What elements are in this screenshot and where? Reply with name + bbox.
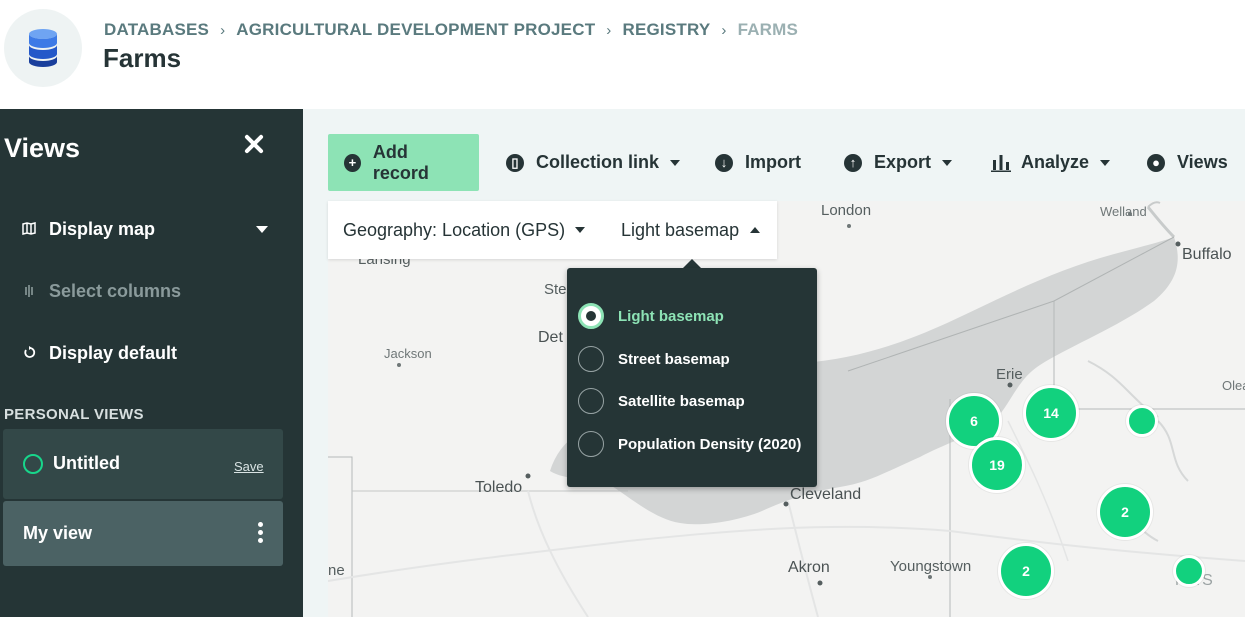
map-cluster-marker[interactable]: 19 bbox=[969, 437, 1025, 493]
reset-icon bbox=[20, 345, 38, 362]
breadcrumb: DATABASES › AGRICULTURAL DEVELOPMENT PRO… bbox=[104, 20, 798, 40]
map-cluster-marker[interactable]: 2 bbox=[1097, 484, 1153, 540]
page-title: Farms bbox=[103, 43, 182, 73]
collection-link-button[interactable]: ▯ Collection link bbox=[506, 134, 681, 191]
eye-icon: ● bbox=[1147, 153, 1165, 172]
radio-selected-icon bbox=[578, 303, 604, 329]
import-icon: ↓ bbox=[715, 153, 733, 172]
basemap-option-street[interactable]: Street basemap bbox=[578, 344, 730, 374]
export-label: Export bbox=[874, 152, 932, 172]
map-label-jackson: Jackson bbox=[384, 346, 432, 361]
select-columns-label: Select columns bbox=[49, 281, 182, 301]
map-label-erie: Erie bbox=[996, 366, 1023, 383]
map-label-london: London bbox=[821, 202, 872, 219]
map-controls: Geography: Location (GPS) Light basemap bbox=[328, 201, 777, 259]
plus-icon: + bbox=[344, 153, 361, 172]
map-label-detroit: Det bbox=[538, 329, 563, 346]
export-icon: ↑ bbox=[844, 153, 862, 172]
breadcrumb-databases[interactable]: DATABASES bbox=[104, 20, 209, 40]
personal-views-heading: PERSONAL VIEWS bbox=[4, 406, 144, 423]
map-label-cleveland: Cleveland bbox=[790, 486, 862, 503]
page-header: DATABASES › AGRICULTURAL DEVELOPMENT PRO… bbox=[0, 0, 1245, 109]
select-columns-button[interactable]: Select columns bbox=[20, 281, 181, 302]
map-point-marker[interactable] bbox=[1173, 555, 1205, 587]
basemap-option-population-density[interactable]: Population Density (2020) bbox=[578, 429, 801, 459]
bar-chart-icon bbox=[991, 154, 1011, 172]
view-item-untitled[interactable]: Untitled Save bbox=[3, 429, 283, 499]
toolbar: + Add record ▯ Collection link ↓ Import … bbox=[303, 134, 1245, 191]
radio-icon bbox=[578, 431, 604, 457]
export-button[interactable]: ↑ Export bbox=[844, 134, 953, 191]
chevron-up-icon bbox=[750, 227, 761, 233]
map-label-buffalo: Buffalo bbox=[1182, 246, 1232, 263]
chevron-down-icon bbox=[1100, 159, 1111, 166]
map-label-ste: Ste bbox=[544, 281, 567, 298]
map-label-akron: Akron bbox=[788, 559, 830, 576]
close-icon[interactable] bbox=[241, 131, 267, 157]
chevron-down-icon bbox=[670, 159, 681, 166]
import-button[interactable]: ↓ Import bbox=[715, 134, 801, 191]
breadcrumb-separator: › bbox=[721, 21, 727, 39]
views-button[interactable]: ● Views bbox=[1147, 134, 1228, 191]
chevron-down-icon bbox=[942, 159, 953, 166]
import-label: Import bbox=[745, 152, 801, 172]
breadcrumb-registry[interactable]: REGISTRY bbox=[622, 20, 710, 40]
map-label-youngstown: Youngstown bbox=[890, 558, 972, 575]
analyze-label: Analyze bbox=[1021, 152, 1090, 172]
display-map-button[interactable]: Display map bbox=[20, 219, 155, 240]
map-label-toledo: Toledo bbox=[475, 479, 523, 496]
more-options-icon[interactable] bbox=[256, 522, 264, 546]
view-name: My view bbox=[23, 523, 93, 543]
display-default-label: Display default bbox=[49, 343, 178, 363]
chevron-down-icon bbox=[575, 227, 586, 233]
map-cluster-marker[interactable]: 14 bbox=[1023, 385, 1079, 441]
save-view-link[interactable]: Save bbox=[234, 459, 264, 474]
views-sidebar: Views Display map Select columns Display… bbox=[0, 109, 303, 617]
map-icon bbox=[20, 221, 38, 238]
basemap-label: Light basemap bbox=[621, 219, 740, 240]
basemap-select[interactable]: Light basemap bbox=[621, 201, 761, 259]
breadcrumb-separator: › bbox=[220, 21, 226, 39]
add-record-label: Add record bbox=[372, 141, 429, 183]
geography-label: Geography: Location (GPS) bbox=[343, 219, 566, 240]
sidebar-title: Views bbox=[4, 133, 81, 163]
map-cluster-marker[interactable]: 2 bbox=[998, 543, 1054, 599]
basemap-dropdown: Light basemap Street basemap Satellite b… bbox=[567, 268, 817, 487]
basemap-option-label: Street basemap bbox=[618, 350, 730, 368]
active-view-icon bbox=[23, 454, 43, 474]
breadcrumb-farms: FARMS bbox=[737, 20, 799, 39]
link-icon: ▯ bbox=[506, 153, 524, 172]
view-name: Untitled bbox=[53, 453, 120, 473]
basemap-option-light[interactable]: Light basemap bbox=[578, 301, 724, 331]
basemap-option-label: Satellite basemap bbox=[618, 392, 745, 410]
columns-icon bbox=[20, 284, 38, 300]
radio-icon bbox=[578, 388, 604, 414]
basemap-option-label: Light basemap bbox=[618, 307, 724, 325]
map-label-ne: ne bbox=[328, 562, 345, 579]
database-icon bbox=[4, 9, 82, 87]
map-label-olean: Olea bbox=[1222, 378, 1245, 393]
collection-link-label: Collection link bbox=[536, 152, 660, 172]
add-record-button[interactable]: + Add record bbox=[328, 134, 479, 191]
analyze-button[interactable]: Analyze bbox=[991, 134, 1111, 191]
map-label-welland: Welland bbox=[1100, 204, 1147, 219]
breadcrumb-project[interactable]: AGRICULTURAL DEVELOPMENT PROJECT bbox=[236, 20, 595, 40]
display-map-label: Display map bbox=[49, 219, 156, 239]
map-point-marker[interactable] bbox=[1126, 405, 1158, 437]
views-label: Views bbox=[1177, 152, 1228, 172]
basemap-option-satellite[interactable]: Satellite basemap bbox=[578, 386, 745, 416]
chevron-down-icon[interactable] bbox=[256, 226, 268, 233]
breadcrumb-separator: › bbox=[606, 21, 612, 39]
basemap-option-label: Population Density (2020) bbox=[618, 435, 802, 453]
radio-icon bbox=[578, 346, 604, 372]
display-default-button[interactable]: Display default bbox=[20, 343, 177, 364]
geography-select[interactable]: Geography: Location (GPS) bbox=[343, 201, 586, 259]
view-item-my-view[interactable]: My view bbox=[3, 501, 283, 566]
